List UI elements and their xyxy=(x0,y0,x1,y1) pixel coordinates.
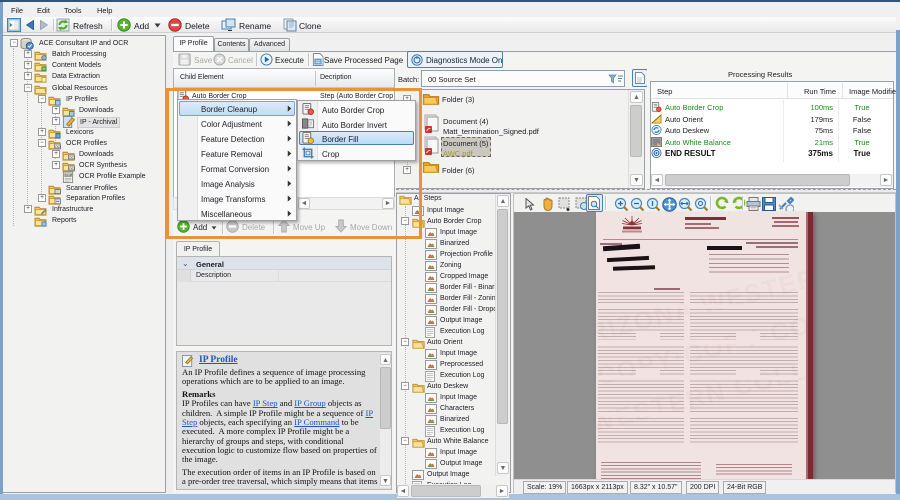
svg-text:OCR: OCR xyxy=(55,145,61,149)
svg-text:OCR: OCR xyxy=(65,173,73,177)
